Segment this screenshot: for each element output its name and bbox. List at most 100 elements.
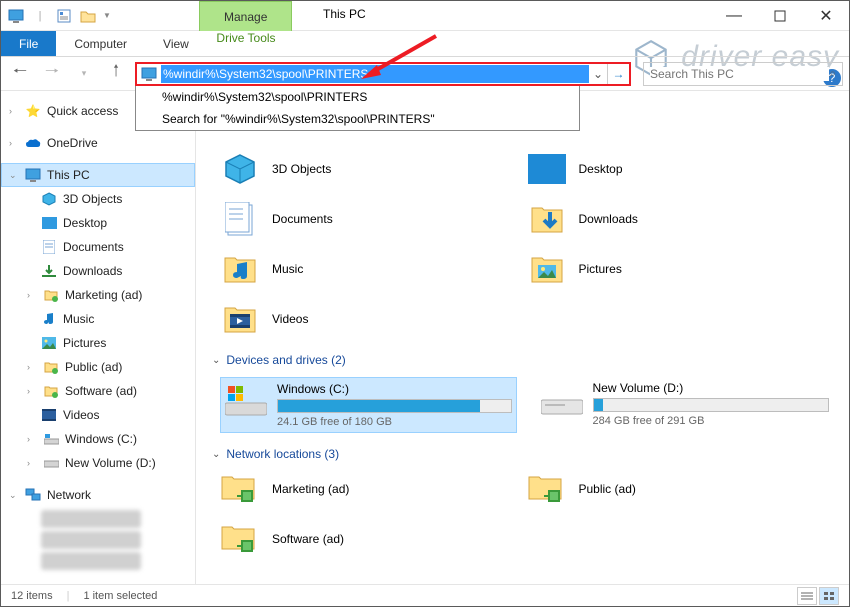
picture-icon — [41, 335, 57, 351]
search-input[interactable] — [650, 67, 829, 81]
status-item-count: 12 items — [11, 590, 53, 602]
location-icon — [141, 67, 157, 81]
drive-d[interactable]: New Volume (D:) 284 GB free of 291 GB — [537, 377, 834, 433]
icons-view-button[interactable] — [819, 587, 839, 605]
desktop-icon — [41, 215, 57, 231]
download-icon — [527, 201, 567, 237]
chevron-down-icon[interactable]: ▼ — [103, 11, 111, 20]
search-icon[interactable]: ⌕ — [829, 66, 836, 81]
search-box[interactable]: ⌕ — [643, 62, 843, 86]
recent-dropdown[interactable]: ▾ — [71, 61, 97, 87]
sidebar-drive-c[interactable]: ›Windows (C:) — [1, 427, 195, 451]
tab-file[interactable]: File — [1, 31, 56, 56]
details-view-button[interactable] — [797, 587, 817, 605]
network-folder-icon — [43, 383, 59, 399]
network-software[interactable]: Software (ad) — [220, 521, 527, 557]
sidebar-music[interactable]: Music — [1, 307, 195, 331]
blurred-item — [41, 510, 141, 528]
section-network-locations[interactable]: ⌄Network locations (3) — [212, 447, 833, 461]
sidebar-pictures[interactable]: Pictures — [1, 331, 195, 355]
sidebar-desktop[interactable]: Desktop — [1, 211, 195, 235]
section-devices-drives[interactable]: ⌄Devices and drives (2) — [212, 353, 833, 367]
video-icon — [220, 301, 260, 337]
navbar: 🠐 🠒 ▾ 🠑 ⌄ → %windir%\System32\spool\PRIN… — [1, 57, 849, 91]
maximize-button[interactable] — [757, 1, 803, 31]
download-icon — [41, 263, 57, 279]
star-icon: ⭐ — [25, 103, 41, 119]
sidebar-videos[interactable]: Videos — [1, 403, 195, 427]
network-folder-icon — [527, 471, 567, 507]
cube-icon — [220, 151, 260, 187]
address-input[interactable] — [161, 65, 589, 83]
window-title: This PC — [323, 7, 366, 21]
manage-contextual-tab[interactable]: Manage — [199, 1, 292, 31]
navigation-pane: ›⭐Quick access ›OneDrive ⌄This PC 3D Obj… — [1, 91, 196, 584]
tab-view[interactable]: View — [145, 31, 207, 56]
network-folder-icon — [220, 521, 260, 557]
network-public[interactable]: Public (ad) — [527, 471, 834, 507]
properties-icon[interactable] — [53, 5, 75, 27]
sidebar-marketing[interactable]: ›Marketing (ad) — [1, 283, 195, 307]
sidebar-onedrive[interactable]: ›OneDrive — [1, 131, 195, 155]
music-icon — [220, 251, 260, 287]
qat-separator: | — [29, 5, 51, 27]
music-icon — [41, 311, 57, 327]
sidebar-public[interactable]: ›Public (ad) — [1, 355, 195, 379]
video-icon — [41, 407, 57, 423]
network-marketing[interactable]: Marketing (ad) — [220, 471, 527, 507]
sidebar-downloads[interactable]: Downloads — [1, 259, 195, 283]
tab-drive-tools[interactable]: Drive Tools — [199, 31, 293, 45]
thispc-icon — [5, 5, 27, 27]
folder-videos[interactable]: Videos — [220, 301, 527, 337]
drive-icon — [541, 381, 583, 417]
drive-c[interactable]: Windows (C:) 24.1 GB free of 180 GB — [220, 377, 517, 433]
suggestion-item[interactable]: Search for "%windir%\System32\spool\PRIN… — [136, 108, 579, 130]
address-bar[interactable]: ⌄ → — [135, 62, 631, 86]
blurred-item — [41, 552, 141, 570]
folder-desktop[interactable]: Desktop — [527, 151, 834, 187]
sidebar-3d-objects[interactable]: 3D Objects — [1, 187, 195, 211]
drive-usage-bar — [278, 400, 480, 412]
minimize-button[interactable]: ― — [711, 1, 757, 31]
tab-computer[interactable]: Computer — [56, 31, 145, 56]
document-icon — [41, 239, 57, 255]
cube-icon — [41, 191, 57, 207]
sidebar-drive-d[interactable]: ›New Volume (D:) — [1, 451, 195, 475]
titlebar: | ▼ Manage This PC ― ✕ — [1, 1, 849, 31]
sidebar-network[interactable]: ⌄Network — [1, 483, 195, 507]
network-folder-icon — [43, 359, 59, 375]
chevron-down-icon: ⌄ — [212, 355, 220, 366]
sidebar-this-pc[interactable]: ⌄This PC — [1, 163, 195, 187]
address-history-dropdown[interactable]: ⌄ — [589, 67, 607, 81]
chevron-down-icon: ⌄ — [212, 449, 220, 460]
sidebar-documents[interactable]: Documents — [1, 235, 195, 259]
go-button[interactable]: → — [607, 64, 629, 84]
up-button[interactable]: 🠑 — [103, 61, 129, 87]
status-selected-count: 1 item selected — [83, 590, 157, 602]
content-pane: 3D Objects Desktop Documents Downloads M… — [196, 91, 849, 584]
drive-usage-bar — [594, 399, 603, 411]
folder-documents[interactable]: Documents — [220, 201, 527, 237]
drive-icon — [43, 431, 59, 447]
folder-pictures[interactable]: Pictures — [527, 251, 834, 287]
new-folder-icon[interactable] — [77, 5, 99, 27]
blurred-item — [41, 531, 141, 549]
suggestion-item[interactable]: %windir%\System32\spool\PRINTERS — [136, 86, 579, 108]
windows-drive-icon — [225, 382, 267, 418]
back-button[interactable]: 🠐 — [7, 61, 33, 87]
status-bar: 12 items | 1 item selected — [1, 584, 849, 606]
folder-3d-objects[interactable]: 3D Objects — [220, 151, 527, 187]
close-button[interactable]: ✕ — [803, 1, 849, 31]
folder-downloads[interactable]: Downloads — [527, 201, 834, 237]
forward-button[interactable]: 🠒 — [39, 61, 65, 87]
folder-music[interactable]: Music — [220, 251, 527, 287]
address-suggestions: %windir%\System32\spool\PRINTERS Search … — [135, 86, 580, 131]
document-icon — [220, 201, 260, 237]
network-folder-icon — [220, 471, 260, 507]
network-folder-icon — [43, 287, 59, 303]
picture-icon — [527, 251, 567, 287]
ribbon-tabs: File Computer View Drive Tools ? — [1, 31, 849, 57]
network-icon — [25, 487, 41, 503]
drive-icon — [43, 455, 59, 471]
sidebar-software[interactable]: ›Software (ad) — [1, 379, 195, 403]
